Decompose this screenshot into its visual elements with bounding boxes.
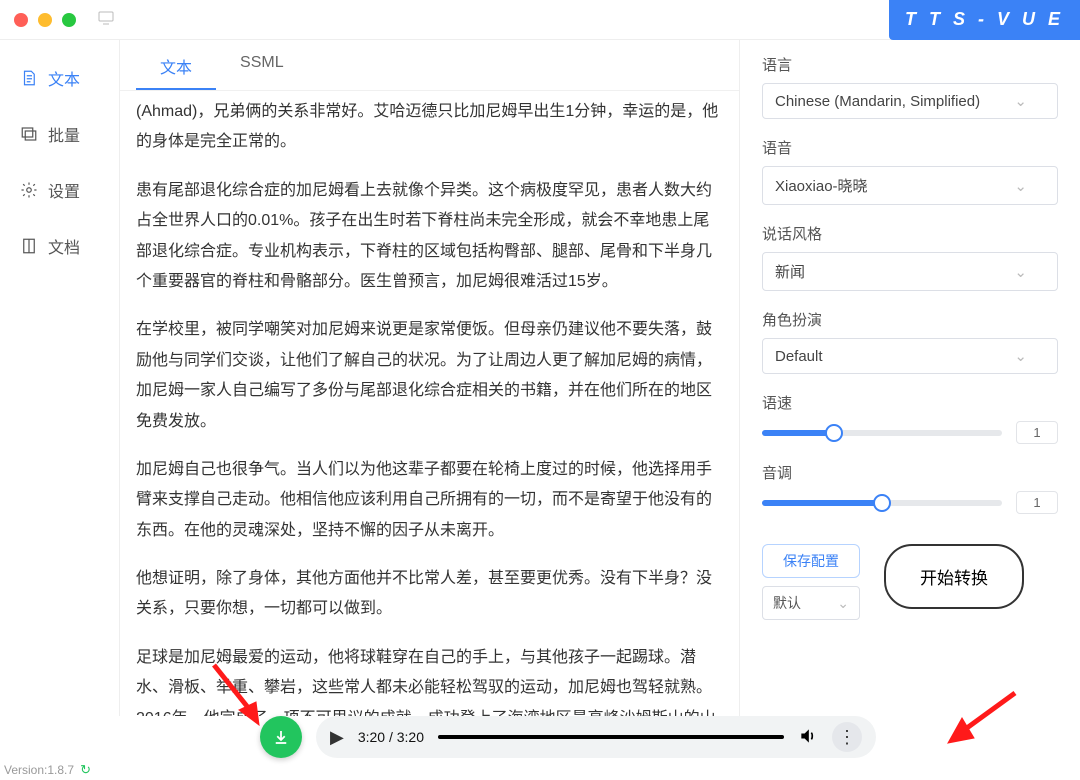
preset-value: 默认 xyxy=(773,593,801,613)
language-value: Chinese (Mandarin, Simplified) xyxy=(775,93,980,110)
chevron-down-icon: ⌄ xyxy=(1014,177,1027,195)
paragraph: 在学校里，被同学嘲笑对加尼姆来说更是家常便饭。但母亲仍建议他不要失落，鼓励他与同… xyxy=(136,315,723,437)
sidebar-label: 文档 xyxy=(48,234,80,258)
progress-bar[interactable] xyxy=(438,735,784,739)
role-label: 角色扮演 xyxy=(762,309,1058,330)
save-config-button[interactable]: 保存配置 xyxy=(762,544,860,578)
start-convert-button[interactable]: 开始转换 xyxy=(884,544,1024,609)
sidebar-label: 设置 xyxy=(48,178,80,202)
sidebar-label: 批量 xyxy=(48,122,80,146)
maximize-window-button[interactable] xyxy=(62,13,76,27)
audio-player-bar: ▶ 3:20 / 3:20 ⋮ xyxy=(0,712,1080,762)
paragraph: 患有尾部退化综合症的加尼姆看上去就像个异类。这个病极度罕见，患者人数大约占全世界… xyxy=(136,176,723,298)
slider-thumb[interactable] xyxy=(873,494,891,512)
document-icon xyxy=(20,69,38,87)
speed-label: 语速 xyxy=(762,392,1058,413)
volume-icon[interactable] xyxy=(798,726,818,749)
titlebar: T T S - V U E xyxy=(0,0,1080,40)
version-label: Version:1.8.7 ↻ xyxy=(4,762,91,778)
play-button[interactable]: ▶ xyxy=(330,727,344,748)
pitch-slider[interactable] xyxy=(762,500,1002,506)
paragraph: 足球是加尼姆最爱的运动，他将球鞋穿在自己的手上，与其他孩子一起踢球。潜水、滑板、… xyxy=(136,643,723,716)
sidebar-item-docs[interactable]: 文档 xyxy=(0,218,119,274)
paragraph: 加尼姆自己也很争气。当人们以为他这辈子都要在轮椅上度过的时候，他选择用手臂来支撑… xyxy=(136,455,723,546)
audio-controls: ▶ 3:20 / 3:20 ⋮ xyxy=(316,716,876,758)
chevron-down-icon: ⌄ xyxy=(837,595,849,612)
chevron-down-icon: ⌄ xyxy=(1014,347,1027,365)
paragraph: 他想证明，除了身体，其他方面他并不比常人差，甚至要更优秀。没有下半身？没关系，只… xyxy=(136,564,723,625)
sidebar-item-text[interactable]: 文本 xyxy=(0,50,119,106)
speed-value: 1 xyxy=(1016,421,1058,444)
gear-icon xyxy=(20,181,38,199)
editor-pane: 文本 SSML (Ahmad)，兄弟俩的关系非常好。艾哈迈德只比加尼姆早出生1分… xyxy=(120,40,740,716)
close-window-button[interactable] xyxy=(14,13,28,27)
editor-tabs: 文本 SSML xyxy=(120,40,739,91)
tab-text[interactable]: 文本 xyxy=(136,40,216,90)
minimize-window-button[interactable] xyxy=(38,13,52,27)
voice-select[interactable]: Xiaoxiao-晓晓 ⌄ xyxy=(762,166,1058,205)
tab-ssml[interactable]: SSML xyxy=(216,40,308,90)
role-value: Default xyxy=(775,348,823,365)
style-value: 新闻 xyxy=(775,261,805,282)
refresh-icon[interactable]: ↻ xyxy=(80,762,91,778)
book-icon xyxy=(20,237,38,255)
language-select[interactable]: Chinese (Mandarin, Simplified) ⌄ xyxy=(762,83,1058,119)
download-button[interactable] xyxy=(260,716,302,758)
sidebar: 文本 批量 设置 文档 xyxy=(0,40,120,716)
voice-label: 语音 xyxy=(762,137,1058,158)
sidebar-item-settings[interactable]: 设置 xyxy=(0,162,119,218)
monitor-icon xyxy=(98,11,114,28)
style-select[interactable]: 新闻 ⌄ xyxy=(762,252,1058,291)
more-menu-button[interactable]: ⋮ xyxy=(832,722,862,752)
preset-select[interactable]: 默认 ⌄ xyxy=(762,586,860,620)
pitch-value: 1 xyxy=(1016,491,1058,514)
stack-icon xyxy=(20,125,38,143)
role-select[interactable]: Default ⌄ xyxy=(762,338,1058,374)
paragraph: (Ahmad)，兄弟俩的关系非常好。艾哈迈德只比加尼姆早出生1分钟，幸运的是，他… xyxy=(136,97,723,158)
chevron-down-icon: ⌄ xyxy=(1014,92,1027,110)
sidebar-item-batch[interactable]: 批量 xyxy=(0,106,119,162)
slider-thumb[interactable] xyxy=(825,424,843,442)
voice-value: Xiaoxiao-晓晓 xyxy=(775,175,868,196)
window-controls xyxy=(14,11,114,28)
voice-settings-panel: 语言 Chinese (Mandarin, Simplified) ⌄ 语音 X… xyxy=(740,40,1080,716)
text-editor[interactable]: (Ahmad)，兄弟俩的关系非常好。艾哈迈德只比加尼姆早出生1分钟，幸运的是，他… xyxy=(120,91,739,716)
sidebar-label: 文本 xyxy=(48,66,80,90)
chevron-down-icon: ⌄ xyxy=(1014,263,1027,281)
speed-slider[interactable] xyxy=(762,430,1002,436)
app-brand: T T S - V U E xyxy=(889,0,1080,40)
time-display: 3:20 / 3:20 xyxy=(358,729,424,745)
style-label: 说话风格 xyxy=(762,223,1058,244)
pitch-label: 音调 xyxy=(762,462,1058,483)
language-label: 语言 xyxy=(762,54,1058,75)
